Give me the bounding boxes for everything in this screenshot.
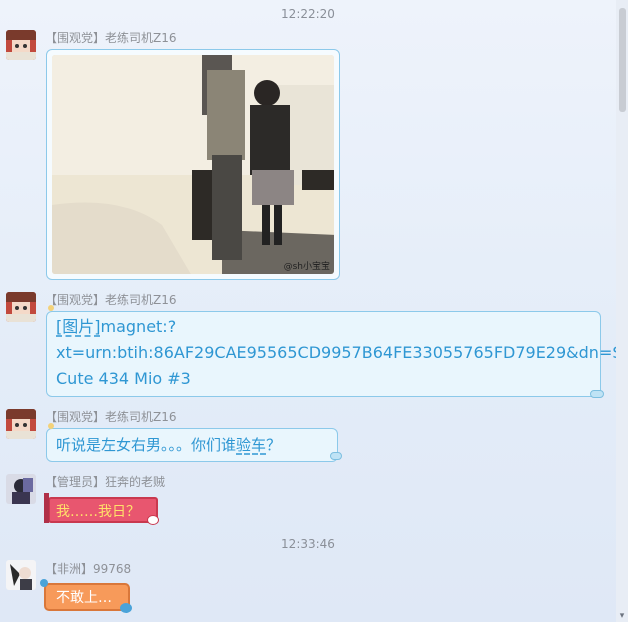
sender-name: 【非洲】99768 <box>45 560 131 577</box>
sender-name: 【围观党】老练司机Z16 <box>45 408 177 425</box>
sender-tag: 【非洲】 <box>45 562 94 576</box>
watermark: @sh小宝宝 <box>283 262 330 272</box>
image-message[interactable]: @sh小宝宝 <box>46 49 340 280</box>
sender-tag: 【围观党】 <box>45 293 106 307</box>
text-message[interactable]: 不敢上… <box>44 583 130 611</box>
bubble-decoration <box>44 493 49 523</box>
message-text: 听说是左女右男。。。你们谁验车？ <box>56 432 328 458</box>
bubble-decoration <box>590 390 604 398</box>
avatar[interactable] <box>6 30 36 60</box>
sender-tag: 【管理员】 <box>45 475 106 489</box>
sender-name: 【管理员】狂奔的老贼 <box>45 473 165 490</box>
avatar[interactable] <box>6 409 36 439</box>
sender-nick: 99768 <box>93 562 132 576</box>
message-line: [图片]magnet:? <box>56 314 592 340</box>
avatar[interactable] <box>6 474 36 504</box>
shared-photo[interactable]: @sh小宝宝 <box>52 55 334 274</box>
message-link[interactable]: 验车 <box>236 436 266 454</box>
bubble-decoration <box>120 603 132 613</box>
message-line: xt=urn:btih:86AF29CAE95565CD9957B64FE330… <box>56 343 628 362</box>
sender-nick: 老练司机Z16 <box>105 31 177 45</box>
bubble-decoration <box>48 305 54 311</box>
vertical-scrollbar[interactable]: ▾ <box>616 0 628 622</box>
bubble-decoration <box>40 579 48 587</box>
scrollbar-thumb[interactable] <box>619 8 626 112</box>
image-tag[interactable]: [图片] <box>56 317 101 336</box>
text-message[interactable]: [图片]magnet:? xt=urn:btih:86AF29CAE95565C… <box>46 311 628 397</box>
message-text: magnet:? <box>100 317 177 336</box>
sender-nick: 老练司机Z16 <box>105 410 177 424</box>
text-message[interactable]: 听说是左女右男。。。你们谁验车？ <box>46 428 338 462</box>
bubble-decoration <box>147 515 159 525</box>
text-message[interactable]: 我……我日？ <box>48 497 158 523</box>
sender-name: 【围观党】老练司机Z16 <box>45 29 177 46</box>
avatar[interactable] <box>6 292 36 322</box>
bubble-decoration <box>330 452 342 460</box>
avatar[interactable] <box>6 560 36 590</box>
sender-tag: 【围观党】 <box>45 31 106 45</box>
timestamp: 12:33:46 <box>281 537 335 551</box>
message-text-part: 听说是左女右男。。。你们谁 <box>56 436 237 454</box>
scroll-down-icon[interactable]: ▾ <box>618 612 626 621</box>
message-text-part: ？ <box>266 436 282 454</box>
timestamp: 12:22:20 <box>281 7 335 21</box>
sender-nick: 老练司机Z16 <box>105 293 177 307</box>
message-line: Cute 434 Mio #3 <box>56 369 191 388</box>
chat-window[interactable]: 12:22:20 【围观党】老练司机Z16 @sh小宝宝 【围观党】老练司机Z1… <box>0 0 628 622</box>
sender-nick: 狂奔的老贼 <box>105 475 166 489</box>
sender-tag: 【围观党】 <box>45 410 106 424</box>
bubble-decoration <box>48 423 54 429</box>
sender-name: 【围观党】老练司机Z16 <box>45 291 177 308</box>
